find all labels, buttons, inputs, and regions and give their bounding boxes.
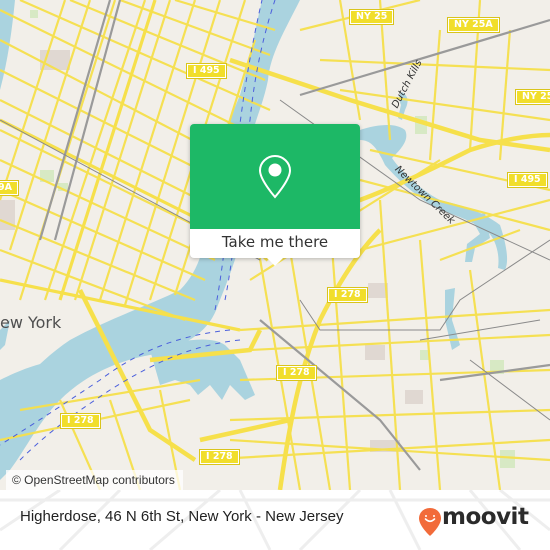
popup-header <box>190 124 360 229</box>
map-pin-icon <box>258 154 292 199</box>
route-shield-i278: I 278 <box>277 366 316 380</box>
route-shield-ny25: NY 25 <box>350 10 394 24</box>
moovit-wordmark: moovit <box>442 504 529 530</box>
route-shield-i495: I 495 <box>508 173 547 187</box>
route-shield-9a: 9A <box>0 181 18 195</box>
location-address: Higherdose, 46 N 6th St, New York - New … <box>20 508 344 525</box>
route-shield-ny25: NY 25 <box>516 90 550 104</box>
take-me-there-button[interactable]: Take me there <box>190 229 360 258</box>
route-shield-i278: I 278 <box>200 450 239 464</box>
place-label-new-york: New York <box>0 313 62 332</box>
route-shield-i278: I 278 <box>328 288 367 302</box>
map-attribution[interactable]: © OpenStreetMap contributors <box>6 470 183 490</box>
popup-pointer <box>267 258 283 266</box>
location-popup: Take me there <box>190 124 360 266</box>
moovit-smile-pin-icon <box>419 508 441 536</box>
route-shield-ny25a: NY 25A <box>448 18 499 32</box>
route-shield-i495: I 495 <box>187 64 226 78</box>
route-shield-i278: I 278 <box>61 414 100 428</box>
